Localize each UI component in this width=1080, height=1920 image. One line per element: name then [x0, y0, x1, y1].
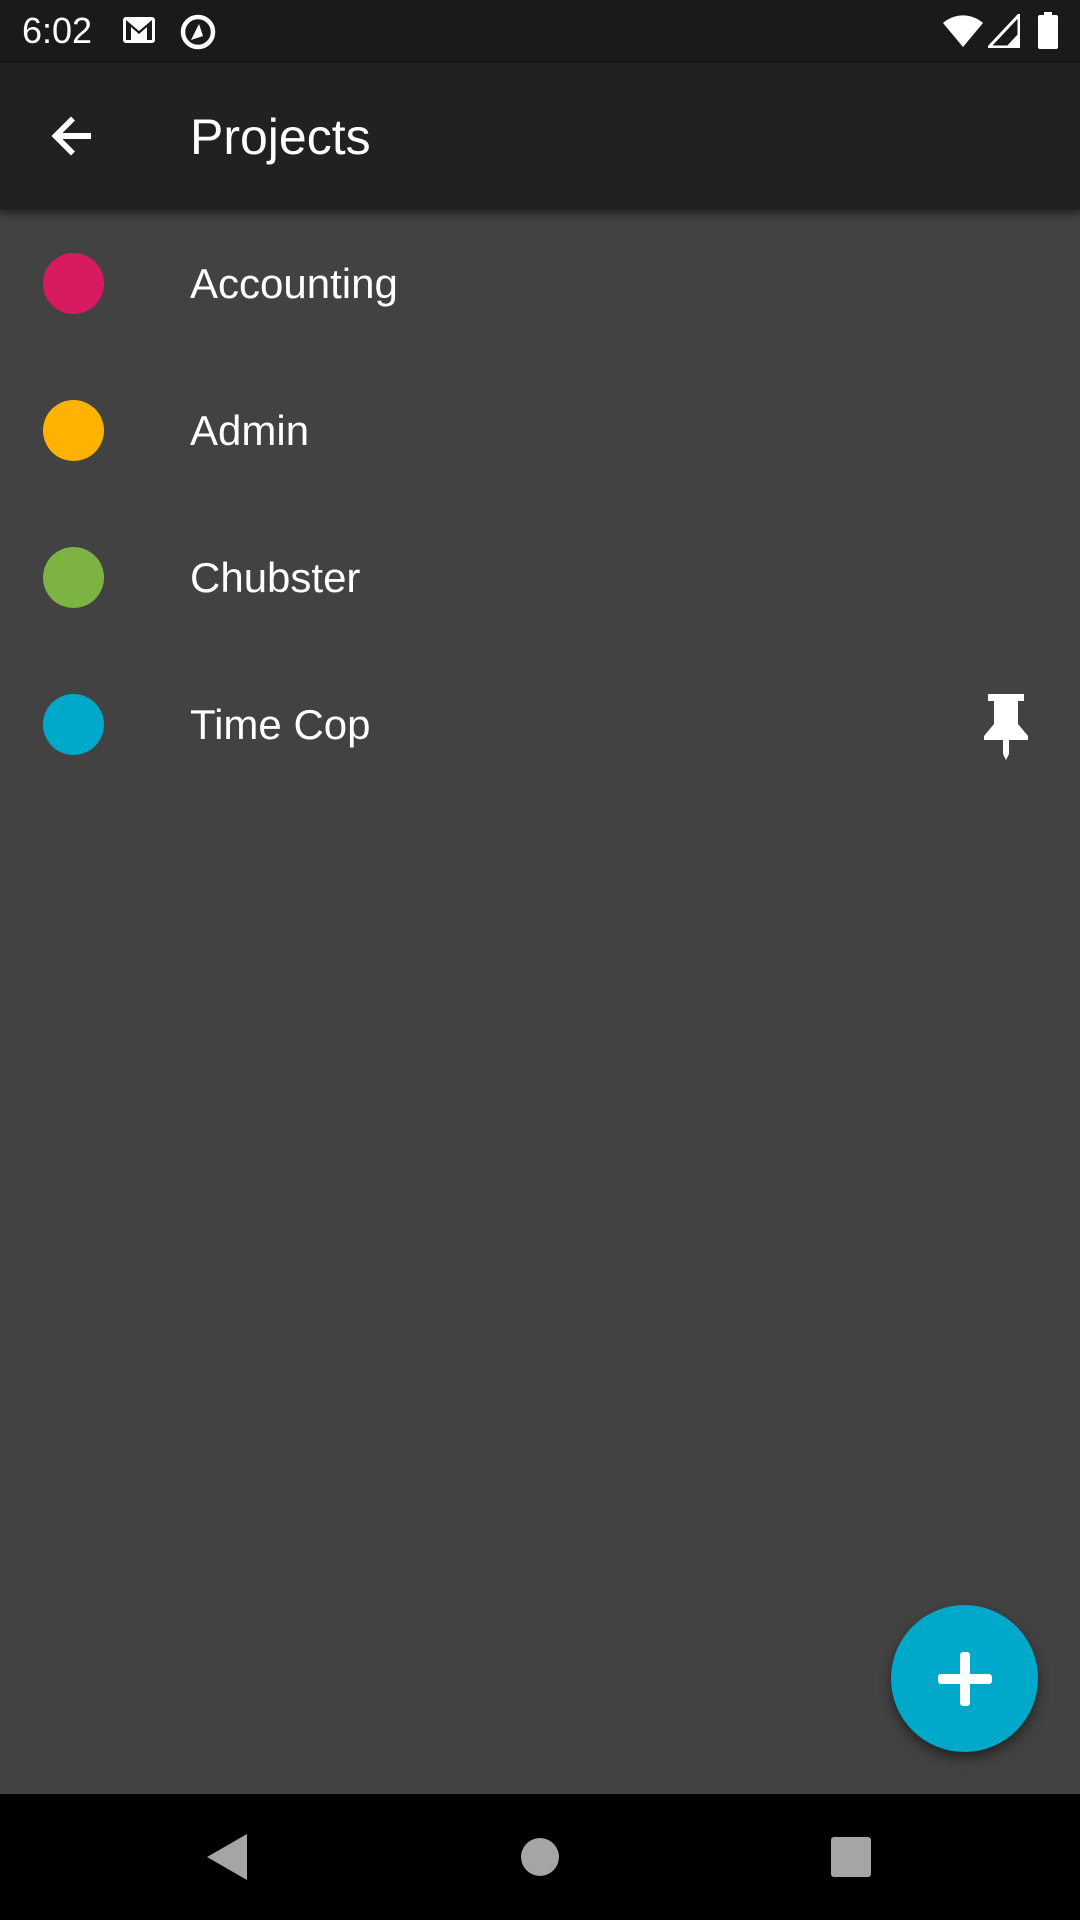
recents-square-icon: [831, 1837, 871, 1877]
signal-icon: [988, 14, 1020, 48]
gmail-icon: [123, 17, 155, 43]
battery-icon: [1038, 12, 1058, 49]
project-list: Accounting Admin Chubster Time Cop: [0, 210, 1080, 798]
arrow-back-icon: [51, 116, 91, 156]
status-bar: 6:02: [0, 0, 1080, 63]
page-title: Projects: [190, 109, 371, 165]
app-bar: Projects: [0, 63, 1080, 210]
home-circle-icon: [521, 1838, 559, 1876]
projects-screen: 6:02 Projects Accounting Admin Chubster …: [0, 0, 1080, 1920]
project-item-accounting[interactable]: Accounting: [0, 210, 1080, 357]
back-triangle-icon: [207, 1834, 247, 1880]
project-color-dot: [43, 547, 104, 608]
nav-home-button[interactable]: [450, 1794, 630, 1920]
project-name: Time Cop: [190, 701, 371, 748]
project-name: Accounting: [190, 260, 398, 307]
project-color-dot: [43, 253, 104, 314]
wifi-icon: [943, 15, 983, 48]
add-project-button[interactable]: [891, 1605, 1038, 1752]
project-item-admin[interactable]: Admin: [0, 357, 1080, 504]
project-name: Admin: [190, 407, 310, 454]
project-color-dot: [43, 400, 104, 461]
plus-icon: [937, 1651, 992, 1706]
project-item-chubster[interactable]: Chubster: [0, 504, 1080, 651]
status-time: 6:02: [22, 10, 93, 51]
nav-back-button[interactable]: [137, 1794, 317, 1920]
pin-icon: [984, 694, 1028, 760]
project-name: Chubster: [190, 554, 361, 601]
back-button[interactable]: [31, 94, 115, 178]
navigation-bar: [0, 1794, 1080, 1920]
project-color-dot: [43, 694, 104, 755]
nav-recents-button[interactable]: [761, 1794, 941, 1920]
sync-icon: [180, 14, 216, 50]
pin-button[interactable]: [970, 691, 1042, 763]
project-item-time-cop[interactable]: Time Cop: [0, 651, 1080, 798]
